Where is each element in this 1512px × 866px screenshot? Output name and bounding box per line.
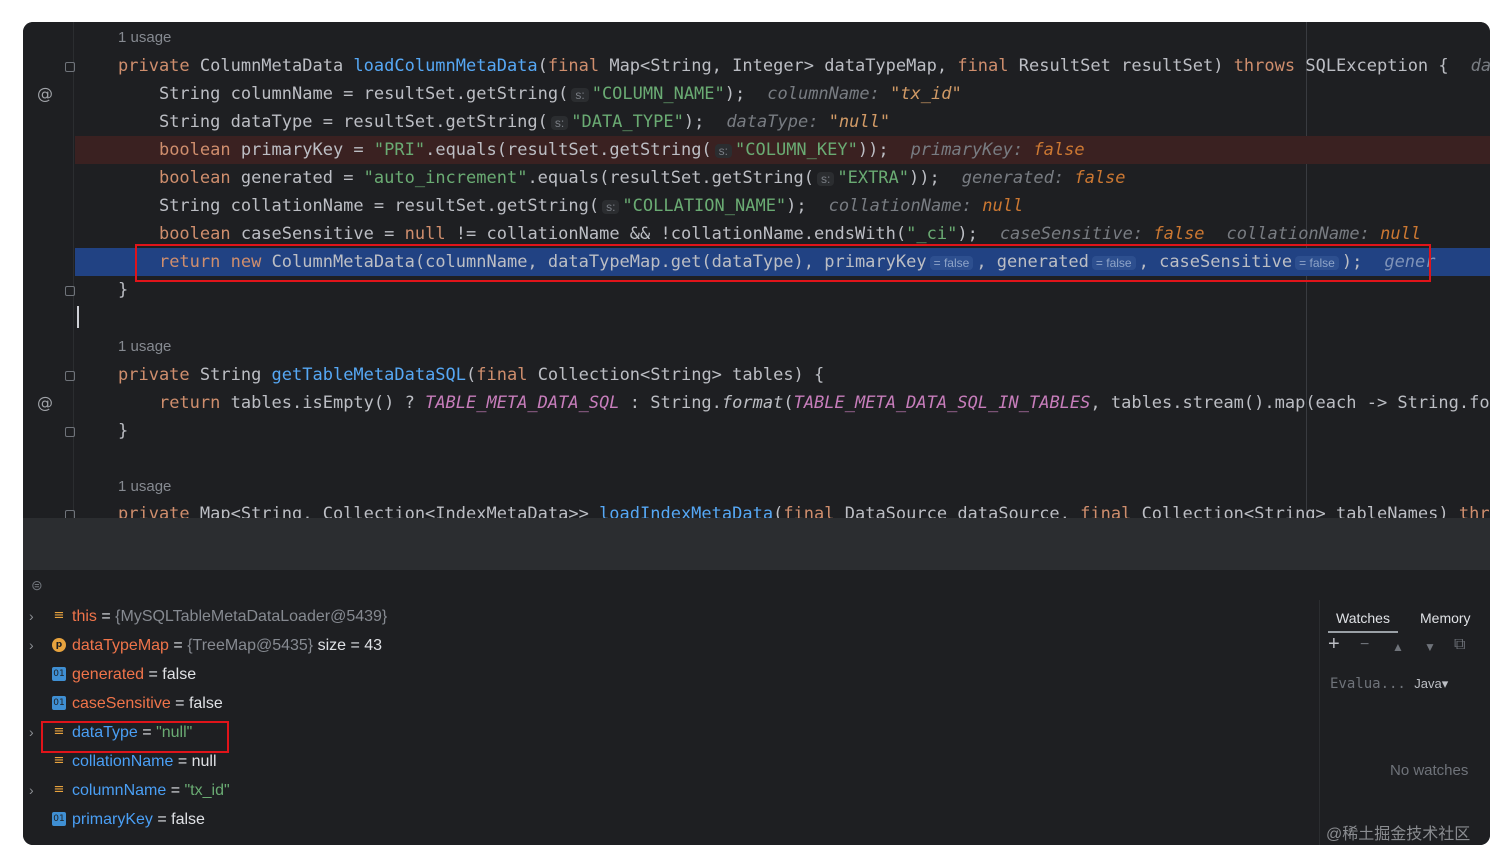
variables-panel[interactable]: › ≡ this = {MySQLTableMetaDataLoader@5439}… <box>23 600 1319 845</box>
ide-window: 1 usage @ private ColumnMetaData loadCol… <box>23 22 1490 845</box>
equals-sign: = <box>166 782 185 799</box>
code-line: String dataType = resultSet.getString(s:… <box>158 112 891 132</box>
code-line: @ private String getTableMetaDataSQL(fin… <box>23 361 1490 412</box>
primitive-icon: 01 <box>52 667 66 681</box>
highlight-box-datatype <box>41 721 229 753</box>
equals-sign: = <box>152 811 172 828</box>
variable-row[interactable]: › ≡ columnName = "tx_id" <box>23 776 1319 805</box>
variable-row[interactable]: › p dataTypeMap = {TreeMap@5435} size = 43 <box>23 631 1319 660</box>
fold-icon[interactable] <box>65 427 75 437</box>
code-line: String collationName = resultSet.getStri… <box>158 196 1024 216</box>
variable-extra: size = 43 <box>313 637 383 654</box>
fold-icon[interactable] <box>65 371 75 381</box>
tab-watches[interactable]: Watches <box>1336 610 1390 626</box>
variable-value: false <box>162 666 197 683</box>
fold-icon[interactable] <box>65 62 75 72</box>
add-watch-icon[interactable]: + <box>1328 633 1340 656</box>
usage-hint[interactable]: 1 usage <box>118 338 171 355</box>
variable-name: caseSensitive <box>72 695 171 712</box>
remove-watch-icon[interactable]: − <box>1360 636 1369 654</box>
expand-arrow-icon[interactable]: › <box>29 718 34 747</box>
language-dropdown[interactable]: Java▾ <box>1414 676 1448 691</box>
expand-arrow-icon[interactable]: › <box>29 631 34 660</box>
text-caret <box>77 306 79 328</box>
variable-value: null <box>191 753 217 770</box>
variable-value: "tx_id" <box>184 782 230 799</box>
expand-arrow-icon[interactable]: › <box>29 602 34 631</box>
code-line: } <box>23 276 1490 304</box>
code-line: @ private Map<String, Collection<IndexMe… <box>23 500 1490 518</box>
code-line: boolean primaryKey = "PRI".equals(result… <box>158 140 1085 160</box>
variable-name: this <box>72 608 97 625</box>
code-line: @ private ColumnMetaData loadColumnMetaD… <box>23 52 1490 103</box>
equals-sign: = <box>170 695 189 712</box>
empty-watches-text: No watches <box>1390 762 1469 779</box>
equals-sign: = <box>144 666 163 683</box>
evaluate-input[interactable]: Evalua... Java▾ <box>1330 676 1448 692</box>
equals-sign: = <box>168 637 188 654</box>
move-up-icon[interactable]: ▲ <box>1392 640 1404 654</box>
variable-value: false <box>171 811 205 828</box>
debug-panel-header <box>23 518 1490 570</box>
code-line: return tables.isEmpty() ? TABLE_META_DAT… <box>158 393 1490 413</box>
variable-name: columnName <box>72 782 167 799</box>
code-line: } <box>23 417 1490 445</box>
watches-panel: Watches Memory + − ▲ ▼ ⧉ Evalua... Java▾… <box>1319 600 1490 845</box>
code-editor[interactable]: 1 usage @ private ColumnMetaData loadCol… <box>23 22 1490 518</box>
variable-value: false <box>188 695 223 712</box>
variable-row[interactable]: 01 primaryKey = false <box>23 805 1319 834</box>
variable-name: collationName <box>72 753 174 770</box>
copy-icon[interactable]: ⧉ <box>1454 636 1465 654</box>
variable-row[interactable]: 01 caseSensitive = false <box>23 689 1319 718</box>
tab-memory[interactable]: Memory <box>1420 610 1471 626</box>
variable-name: generated <box>72 666 145 683</box>
variable-name: dataTypeMap <box>72 637 169 654</box>
primitive-icon: 01 <box>52 696 66 710</box>
move-down-icon[interactable]: ▼ <box>1424 640 1436 654</box>
code-line: boolean generated = "auto_increment".equ… <box>158 168 1126 188</box>
equals-sign: = <box>173 753 192 770</box>
expand-arrow-icon[interactable]: › <box>29 776 34 805</box>
equals-sign: = <box>96 608 116 625</box>
variable-value: {TreeMap@5435} <box>187 637 314 654</box>
code-line: String columnName = resultSet.getString(… <box>158 84 962 104</box>
field-icon: ≡ <box>53 753 65 768</box>
fold-icon[interactable] <box>65 286 75 296</box>
field-icon: ≡ <box>53 608 65 623</box>
field-icon: ≡ <box>53 782 65 797</box>
primitive-icon: 01 <box>52 812 66 826</box>
parameter-icon: p <box>52 638 66 652</box>
fold-icon[interactable] <box>65 510 75 518</box>
usage-hint[interactable]: 1 usage <box>118 29 171 46</box>
usage-hint[interactable]: 1 usage <box>118 478 171 495</box>
variable-value: {MySQLTableMetaDataLoader@5439} <box>115 608 388 625</box>
watermark: @稀土掘金技术社区 <box>1326 826 1471 843</box>
variable-name: primaryKey <box>72 811 153 828</box>
variable-row[interactable]: › ≡ this = {MySQLTableMetaDataLoader@5439} <box>23 602 1319 631</box>
variable-row[interactable]: 01 generated = false <box>23 660 1319 689</box>
layout-settings-icon[interactable]: ⊜ <box>31 577 43 594</box>
